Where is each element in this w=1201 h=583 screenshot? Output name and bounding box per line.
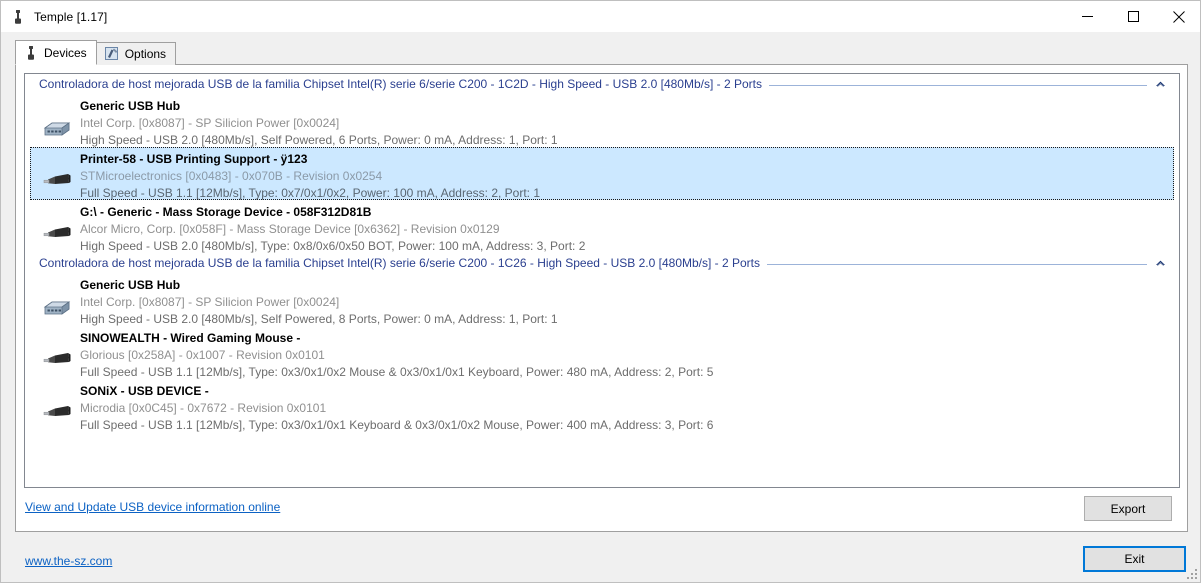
device-row[interactable]: G:\ - Generic - Mass Storage Device - 05… <box>30 200 1174 253</box>
usb-info-online-link[interactable]: View and Update USB device information o… <box>25 500 280 514</box>
device-row[interactable]: SONiX - USB DEVICE - Microdia [0x0C45] -… <box>30 379 1174 432</box>
device-row[interactable]: Generic USB Hub Intel Corp. [0x8087] - S… <box>30 94 1174 147</box>
device-row[interactable]: Printer-58 - USB Printing Support - ÿ123… <box>30 147 1174 200</box>
usb-plug-icon <box>42 164 72 194</box>
chevron-up-icon[interactable] <box>1149 80 1171 88</box>
usb-icon <box>23 45 39 61</box>
device-info: Printer-58 - USB Printing Support - ÿ123… <box>80 150 1172 202</box>
device-vendor: Alcor Micro, Corp. [0x058F] - Mass Stora… <box>80 222 500 236</box>
tab-strip: Devices Options <box>15 40 177 65</box>
export-button[interactable]: Export <box>1084 496 1172 521</box>
device-info: Generic USB Hub Intel Corp. [0x8087] - S… <box>80 97 1172 149</box>
controller-group-header[interactable]: Controladora de host mejorada USB de la … <box>25 74 1179 94</box>
usb-hub-icon <box>42 290 72 320</box>
usb-hub-icon <box>42 111 72 141</box>
device-details: Full Speed - USB 1.1 [12Mb/s], Type: 0x3… <box>80 418 714 432</box>
website-link[interactable]: www.the-sz.com <box>25 554 112 568</box>
usb-plug-icon <box>42 343 72 373</box>
device-vendor: Microdia [0x0C45] - 0x7672 - Revision 0x… <box>80 401 327 415</box>
device-info: SINOWEALTH - Wired Gaming Mouse - Glorio… <box>80 329 1172 381</box>
window-title: Temple [1.17] <box>34 9 108 24</box>
device-info: G:\ - Generic - Mass Storage Device - 05… <box>80 203 1172 255</box>
device-row[interactable]: SINOWEALTH - Wired Gaming Mouse - Glorio… <box>30 326 1174 379</box>
group-divider <box>767 263 1147 265</box>
device-vendor: STMicroelectronics [0x0483] - 0x070B - R… <box>80 169 383 183</box>
group-divider <box>769 84 1147 86</box>
device-name: SINOWEALTH - Wired Gaming Mouse - <box>80 331 301 345</box>
device-name: Printer-58 - USB Printing Support - ÿ123 <box>80 152 308 166</box>
usb-icon <box>10 9 26 25</box>
close-icon[interactable] <box>1156 1 1200 32</box>
title-bar: Temple [1.17] <box>1 1 1200 32</box>
minimize-icon[interactable] <box>1064 1 1110 32</box>
device-name: G:\ - Generic - Mass Storage Device - 05… <box>80 205 372 219</box>
controller-group: Controladora de host mejorada USB de la … <box>25 74 1179 253</box>
controller-group-header[interactable]: Controladora de host mejorada USB de la … <box>25 253 1179 273</box>
controller-group-title: Controladora de host mejorada USB de la … <box>39 256 768 270</box>
window-controls <box>1064 1 1200 32</box>
usb-plug-icon <box>42 217 72 247</box>
tab-options-label: Options <box>124 47 167 61</box>
controller-group-title: Controladora de host mejorada USB de la … <box>39 77 769 91</box>
device-info: Generic USB Hub Intel Corp. [0x8087] - S… <box>80 276 1172 328</box>
device-vendor: Glorious [0x258A] - 0x1007 - Revision 0x… <box>80 348 325 362</box>
devices-tab-page: Controladora de host mejorada USB de la … <box>15 64 1188 532</box>
device-name: SONiX - USB DEVICE - <box>80 384 209 398</box>
device-vendor: Intel Corp. [0x8087] - SP Silicion Power… <box>80 116 340 130</box>
device-name: Generic USB Hub <box>80 278 181 292</box>
resize-grip[interactable] <box>1185 567 1197 579</box>
maximize-icon[interactable] <box>1110 1 1156 32</box>
options-icon <box>104 46 120 62</box>
device-name: Generic USB Hub <box>80 99 181 113</box>
tab-devices[interactable]: Devices <box>15 40 97 65</box>
tab-devices-label: Devices <box>44 45 87 60</box>
device-vendor: Intel Corp. [0x8087] - SP Silicion Power… <box>80 295 340 309</box>
app-window: Temple [1.17] Devices Options Controlado… <box>0 0 1201 583</box>
controller-group: Controladora de host mejorada USB de la … <box>25 253 1179 432</box>
device-row[interactable]: Generic USB Hub Intel Corp. [0x8087] - S… <box>30 273 1174 326</box>
chevron-up-icon[interactable] <box>1149 259 1171 267</box>
device-info: SONiX - USB DEVICE - Microdia [0x0C45] -… <box>80 382 1172 434</box>
usb-plug-icon <box>42 396 72 426</box>
exit-button[interactable]: Exit <box>1083 546 1186 572</box>
tab-options[interactable]: Options <box>95 42 177 65</box>
device-list[interactable]: Controladora de host mejorada USB de la … <box>24 73 1180 488</box>
